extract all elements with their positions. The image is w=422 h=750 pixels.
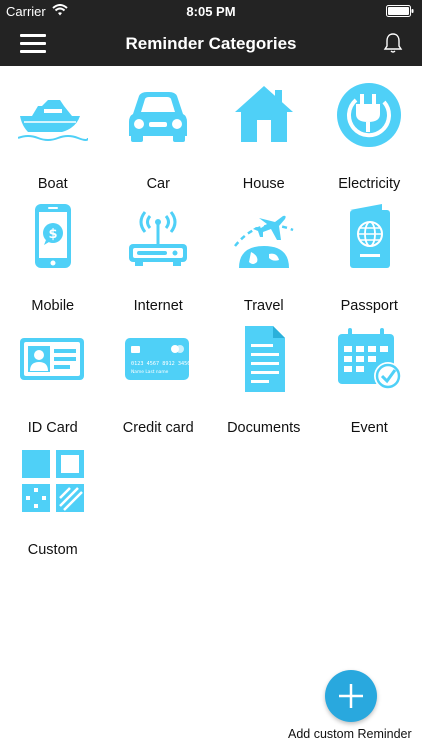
category-label: Custom [27,542,78,558]
card-number-text: 0123 4567 8912 3456 [131,361,190,367]
id-card-icon [19,338,84,380]
car-icon [129,92,188,142]
plus-icon [339,684,363,708]
add-custom-reminder-button[interactable] [325,670,377,722]
credit-card-icon: 0123 4567 8912 3456 Name Last name [125,338,191,380]
category-tile-id-card[interactable]: ID Card [0,322,106,444]
category-tile-event[interactable]: Event [317,322,422,444]
category-label: Boat [37,176,68,192]
document-icon [244,326,285,392]
category-label: ID Card [27,420,78,436]
passport-icon [350,204,391,268]
category-tile-house[interactable]: House [211,78,317,200]
category-label: Passport [340,298,398,314]
page-title: Reminder Categories [125,34,297,53]
category-label: Car [146,176,170,192]
category-label: Travel [243,298,284,314]
category-tile-travel[interactable]: Travel [211,200,317,322]
category-label: Event [350,420,388,436]
category-label: Credit card [122,420,194,436]
category-label: Documents [227,420,301,436]
router-icon [129,211,188,266]
category-label: House [242,176,285,192]
status-time: 8:05 PM [186,4,236,19]
calendar-icon [338,328,403,390]
category-tile-credit-card[interactable]: 0123 4567 8912 3456 Name Last name Credi… [106,322,212,444]
category-tile-boat[interactable]: Boat [0,78,106,200]
card-name-text: Name Last name [131,369,169,375]
category-tile-documents[interactable]: Documents [211,322,317,444]
category-tile-custom[interactable]: Custom [0,444,106,566]
electricity-icon [337,83,402,147]
category-tile-passport[interactable]: Passport [317,200,422,322]
category-label: Electricity [338,176,401,192]
battery-icon [386,5,414,17]
airplane-icon [233,215,294,268]
category-tile-car[interactable]: Car [106,78,212,200]
category-label: Mobile [31,298,75,314]
status-bar: Carrier 8:05 PM [0,0,422,22]
mobile-icon: $ [34,204,71,268]
category-tile-electricity[interactable]: Electricity [317,78,422,200]
svg-text:$: $ [48,227,57,242]
category-grid: Boat Car House Electricity $ Mobile Inte… [0,78,422,566]
boat-icon [17,100,88,141]
house-icon [234,86,293,142]
nav-bar: Reminder Categories [0,22,422,66]
category-tile-internet[interactable]: Internet [106,200,212,322]
category-tile-mobile[interactable]: $ Mobile [0,200,106,322]
category-label: Internet [133,298,183,314]
add-custom-reminder-label: Add custom Reminder [288,727,412,741]
bell-icon[interactable] [382,32,404,54]
custom-grid-icon [21,450,84,512]
